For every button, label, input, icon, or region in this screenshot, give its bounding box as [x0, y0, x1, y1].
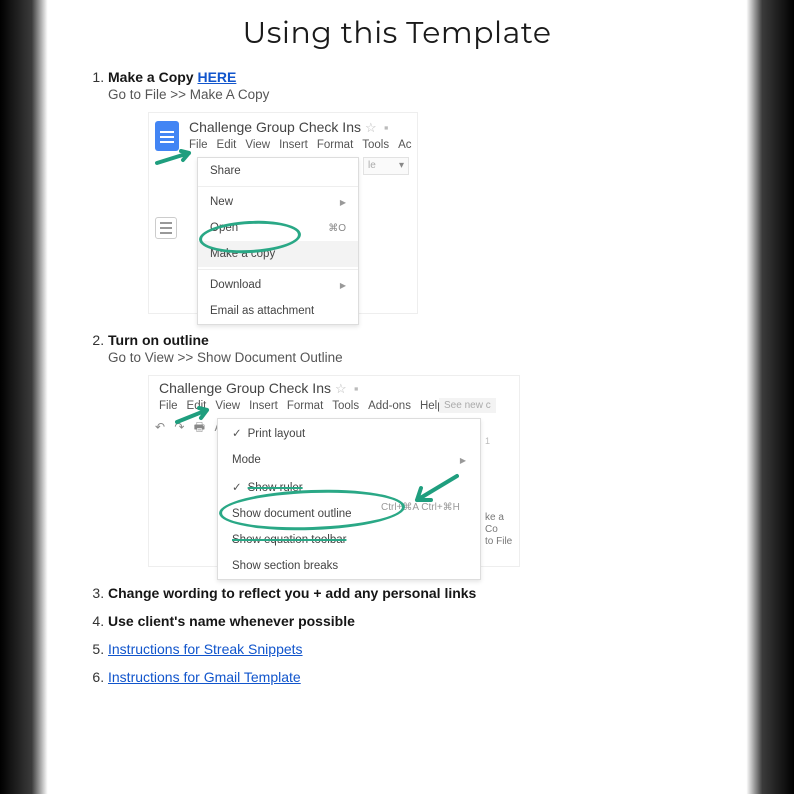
- menu-print-layout[interactable]: ✓Print layout: [218, 419, 480, 447]
- file-menu-dropdown: Share New▶ Open⌘O Make a copy Download▶ …: [197, 157, 359, 325]
- menu-open[interactable]: Open⌘O: [198, 215, 358, 241]
- menu-more: Ac: [398, 139, 411, 151]
- menu2-view[interactable]: View: [215, 400, 240, 412]
- menu-show-section-breaks[interactable]: Show section breaks: [218, 553, 480, 579]
- page-title: Using this Template: [84, 14, 710, 51]
- menubar: FileEditViewInsertFormatToolsAc: [189, 139, 421, 151]
- doc-title: Challenge Group Check Ins☆ ▪: [189, 119, 389, 136]
- step-1-bold: Make a Copy: [108, 69, 197, 85]
- menu2-addons[interactable]: Add-ons: [368, 400, 411, 412]
- screenshot-make-copy: Challenge Group Check Ins☆ ▪ FileEditVie…: [148, 112, 418, 314]
- star-icon: ☆ ▪: [335, 381, 359, 396]
- see-new-changes[interactable]: See new c: [439, 398, 496, 413]
- menu-edit[interactable]: Edit: [217, 139, 237, 151]
- menu-mode[interactable]: Mode▶: [218, 447, 480, 473]
- text-fragment: ke a Coto File: [485, 512, 519, 548]
- step-5: Instructions for Streak Snippets: [108, 641, 710, 657]
- step-list: Make a Copy HERE Go to File >> Make A Co…: [84, 69, 710, 685]
- step-2-sub: Go to View >> Show Document Outline: [108, 350, 710, 365]
- step-4-text: Use client's name whenever possible: [108, 613, 355, 629]
- step-6: Instructions for Gmail Template: [108, 669, 710, 685]
- menu-make-a-copy[interactable]: Make a copy: [198, 241, 358, 267]
- menu-tools[interactable]: Tools: [362, 139, 389, 151]
- document-page: Using this Template Make a Copy HERE Go …: [48, 0, 746, 794]
- menu-format[interactable]: Format: [317, 139, 353, 151]
- menu-email-attachment[interactable]: Email as attachment: [198, 298, 358, 324]
- step-2-bold: Turn on outline: [108, 332, 209, 348]
- menu-show-eq-toolbar[interactable]: Show equation toolbar: [218, 527, 480, 553]
- star-icon: ☆ ▪: [365, 120, 389, 135]
- step-3: Change wording to reflect you + add any …: [108, 585, 710, 601]
- annotation-arrow-icon: [175, 406, 215, 426]
- step-4: Use client's name whenever possible: [108, 613, 710, 629]
- annotation-arrow-icon: [409, 472, 459, 506]
- menu-insert[interactable]: Insert: [279, 139, 308, 151]
- toolbar-fragment: le ▾: [363, 157, 409, 175]
- gmail-template-link[interactable]: Instructions for Gmail Template: [108, 669, 301, 685]
- menu-new[interactable]: New▶: [198, 189, 358, 215]
- outline-pane-icon: [155, 217, 177, 239]
- menu2-format[interactable]: Format: [287, 400, 323, 412]
- step-1-sub: Go to File >> Make A Copy: [108, 87, 710, 102]
- menu-view[interactable]: View: [245, 139, 270, 151]
- streak-snippets-link[interactable]: Instructions for Streak Snippets: [108, 641, 303, 657]
- step-3-text: Change wording to reflect you + add any …: [108, 585, 476, 601]
- screenshot-show-outline: Challenge Group Check Ins☆ ▪ FileEditVie…: [148, 375, 520, 567]
- google-docs-icon: [155, 121, 179, 151]
- menu-share[interactable]: Share: [198, 158, 358, 184]
- annotation-arrow-icon: [155, 149, 199, 167]
- step-2: Turn on outline Go to View >> Show Docum…: [108, 332, 710, 567]
- ruler-fragment: 1: [485, 436, 490, 446]
- menu2-tools[interactable]: Tools: [332, 400, 359, 412]
- menu-download[interactable]: Download▶: [198, 272, 358, 298]
- menu2-insert[interactable]: Insert: [249, 400, 278, 412]
- step-1: Make a Copy HERE Go to File >> Make A Co…: [108, 69, 710, 314]
- doc-title-2: Challenge Group Check Ins☆ ▪: [159, 380, 359, 397]
- here-link[interactable]: HERE: [197, 69, 236, 85]
